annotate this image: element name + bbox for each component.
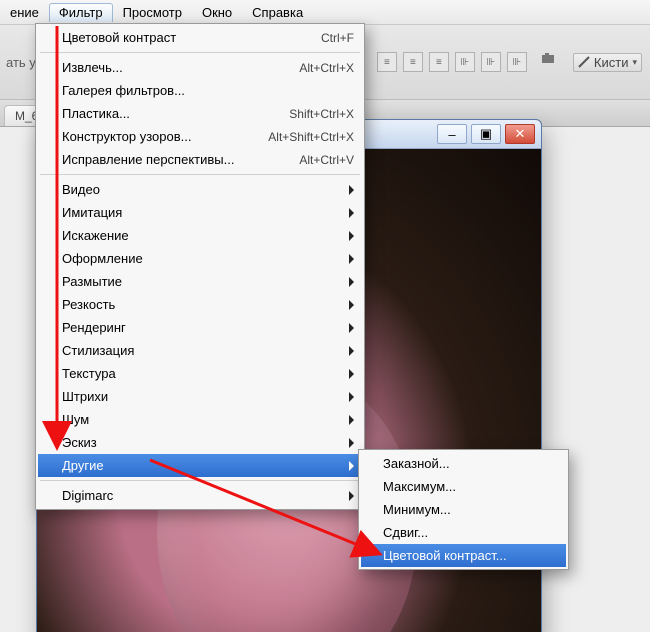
- menu-group-sketch[interactable]: Эскиз: [38, 431, 362, 454]
- menu-group-texture[interactable]: Текстура: [38, 362, 362, 385]
- chevron-right-icon: [349, 208, 354, 218]
- chevron-right-icon: [349, 185, 354, 195]
- menu-separator: [40, 174, 360, 175]
- brushes-label: Кисти: [594, 55, 629, 70]
- submenu-maximum[interactable]: Максимум...: [361, 475, 566, 498]
- submenu-minimum[interactable]: Минимум...: [361, 498, 566, 521]
- chevron-right-icon: [349, 277, 354, 287]
- menu-group-other[interactable]: Другие: [38, 454, 362, 477]
- menu-vanishing-point[interactable]: Исправление перспективы... Alt+Ctrl+V: [38, 148, 362, 171]
- chevron-right-icon: [349, 254, 354, 264]
- menu-group-artistic[interactable]: Имитация: [38, 201, 362, 224]
- chevron-right-icon: [349, 415, 354, 425]
- chevron-right-icon: [349, 231, 354, 241]
- menu-item-window[interactable]: Окно: [192, 3, 242, 22]
- chevron-right-icon: [349, 323, 354, 333]
- chevron-right-icon: [349, 392, 354, 402]
- menu-group-noise[interactable]: Шум: [38, 408, 362, 431]
- menu-group-brushstrokes[interactable]: Штрихи: [38, 385, 362, 408]
- menu-item-edit-fragment[interactable]: ение: [0, 3, 49, 22]
- close-button[interactable]: ✕: [505, 124, 535, 144]
- menu-group-render[interactable]: Рендеринг: [38, 316, 362, 339]
- menu-group-pixelate[interactable]: Оформление: [38, 247, 362, 270]
- submenu-high-pass[interactable]: Цветовой контраст...: [361, 544, 566, 567]
- menu-group-video[interactable]: Видео: [38, 178, 362, 201]
- menu-group-distort[interactable]: Искажение: [38, 224, 362, 247]
- menu-last-filter[interactable]: Цветовой контраст Ctrl+F: [38, 26, 362, 49]
- menu-filter-gallery[interactable]: Галерея фильтров...: [38, 79, 362, 102]
- chevron-right-icon: [349, 491, 354, 501]
- align-icon[interactable]: ≡: [429, 52, 449, 72]
- menubar: ение Фильтр Просмотр Окно Справка: [0, 0, 650, 25]
- chevron-right-icon: [349, 369, 354, 379]
- chevron-down-icon: ▾: [632, 57, 637, 68]
- menu-separator: [40, 480, 360, 481]
- menu-item-filter[interactable]: Фильтр: [49, 3, 113, 22]
- toolbar-icons-group: ≡ ≡ ≡ ⊪ ⊪ ⊪: [377, 52, 527, 72]
- filter-menu: Цветовой контраст Ctrl+F Извлечь... Alt+…: [35, 23, 365, 510]
- chevron-right-icon: [349, 346, 354, 356]
- menu-digimarc[interactable]: Digimarc: [38, 484, 362, 507]
- brush-icon: [578, 56, 590, 68]
- chevron-right-icon: [349, 461, 354, 471]
- menu-liquify[interactable]: Пластика... Shift+Ctrl+X: [38, 102, 362, 125]
- filter-other-submenu: Заказной... Максимум... Минимум... Сдвиг…: [358, 449, 569, 570]
- align-icon[interactable]: ≡: [377, 52, 397, 72]
- menu-group-stylize[interactable]: Стилизация: [38, 339, 362, 362]
- menu-separator: [40, 52, 360, 53]
- submenu-offset[interactable]: Сдвиг...: [361, 521, 566, 544]
- brushes-dropdown[interactable]: Кисти ▾: [573, 53, 642, 72]
- menu-group-sharpen[interactable]: Резкость: [38, 293, 362, 316]
- chevron-right-icon: [349, 300, 354, 310]
- distribute-icon[interactable]: ⊪: [481, 52, 501, 72]
- chevron-right-icon: [349, 438, 354, 448]
- distribute-icon[interactable]: ⊪: [507, 52, 527, 72]
- align-icon[interactable]: ≡: [403, 52, 423, 72]
- menu-group-blur[interactable]: Размытие: [38, 270, 362, 293]
- camera-icon[interactable]: [541, 51, 563, 73]
- menu-item-view[interactable]: Просмотр: [113, 3, 192, 22]
- menu-item-help[interactable]: Справка: [242, 3, 313, 22]
- minimize-button[interactable]: –: [437, 124, 467, 144]
- menu-extract[interactable]: Извлечь... Alt+Ctrl+X: [38, 56, 362, 79]
- distribute-icon[interactable]: ⊪: [455, 52, 475, 72]
- submenu-custom[interactable]: Заказной...: [361, 452, 566, 475]
- menu-pattern-maker[interactable]: Конструктор узоров... Alt+Shift+Ctrl+X: [38, 125, 362, 148]
- maximize-button[interactable]: ▣: [471, 124, 501, 144]
